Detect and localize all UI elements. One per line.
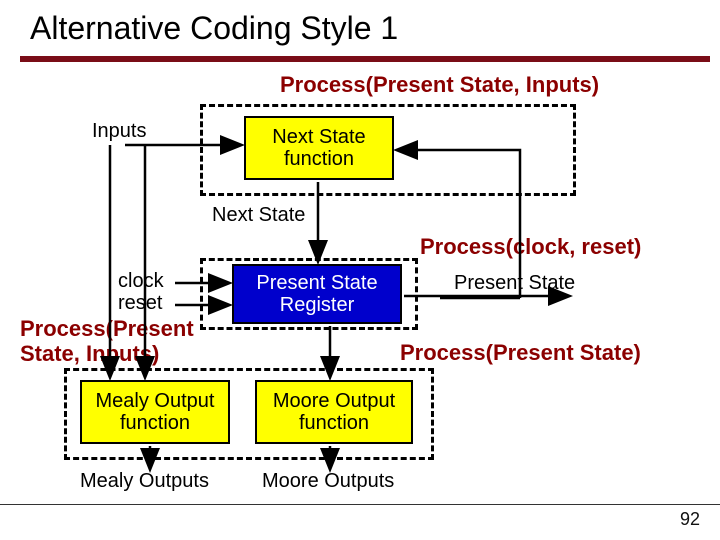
process-label-left: Process(Present State, Inputs) xyxy=(20,316,194,367)
label-mealy-outputs: Mealy Outputs xyxy=(80,470,209,493)
label-moore-outputs: Moore Outputs xyxy=(262,470,394,493)
box-mealy-output-function: Mealy Output function xyxy=(80,380,230,444)
process-label-clock-reset: Process(clock, reset) xyxy=(420,234,641,260)
label-clock: clock xyxy=(118,270,164,293)
process-label-present-state: Process(Present State) xyxy=(400,340,641,366)
footer-line xyxy=(0,504,720,505)
box-present-state-register: Present State Register xyxy=(232,264,402,324)
label-reset: reset xyxy=(118,292,162,315)
page-number: 92 xyxy=(680,509,700,530)
slide: Alternative Coding Style 1 92 Process(Pr… xyxy=(0,0,720,540)
label-present-state: Present State xyxy=(454,272,575,295)
label-next-state: Next State xyxy=(212,204,305,227)
process-label-top: Process(Present State, Inputs) xyxy=(280,72,599,98)
box-moore-output-function: Moore Output function xyxy=(255,380,413,444)
label-inputs: Inputs xyxy=(92,120,146,143)
slide-title: Alternative Coding Style 1 xyxy=(30,10,398,47)
title-underline xyxy=(20,56,710,62)
box-next-state-function: Next State function xyxy=(244,116,394,180)
